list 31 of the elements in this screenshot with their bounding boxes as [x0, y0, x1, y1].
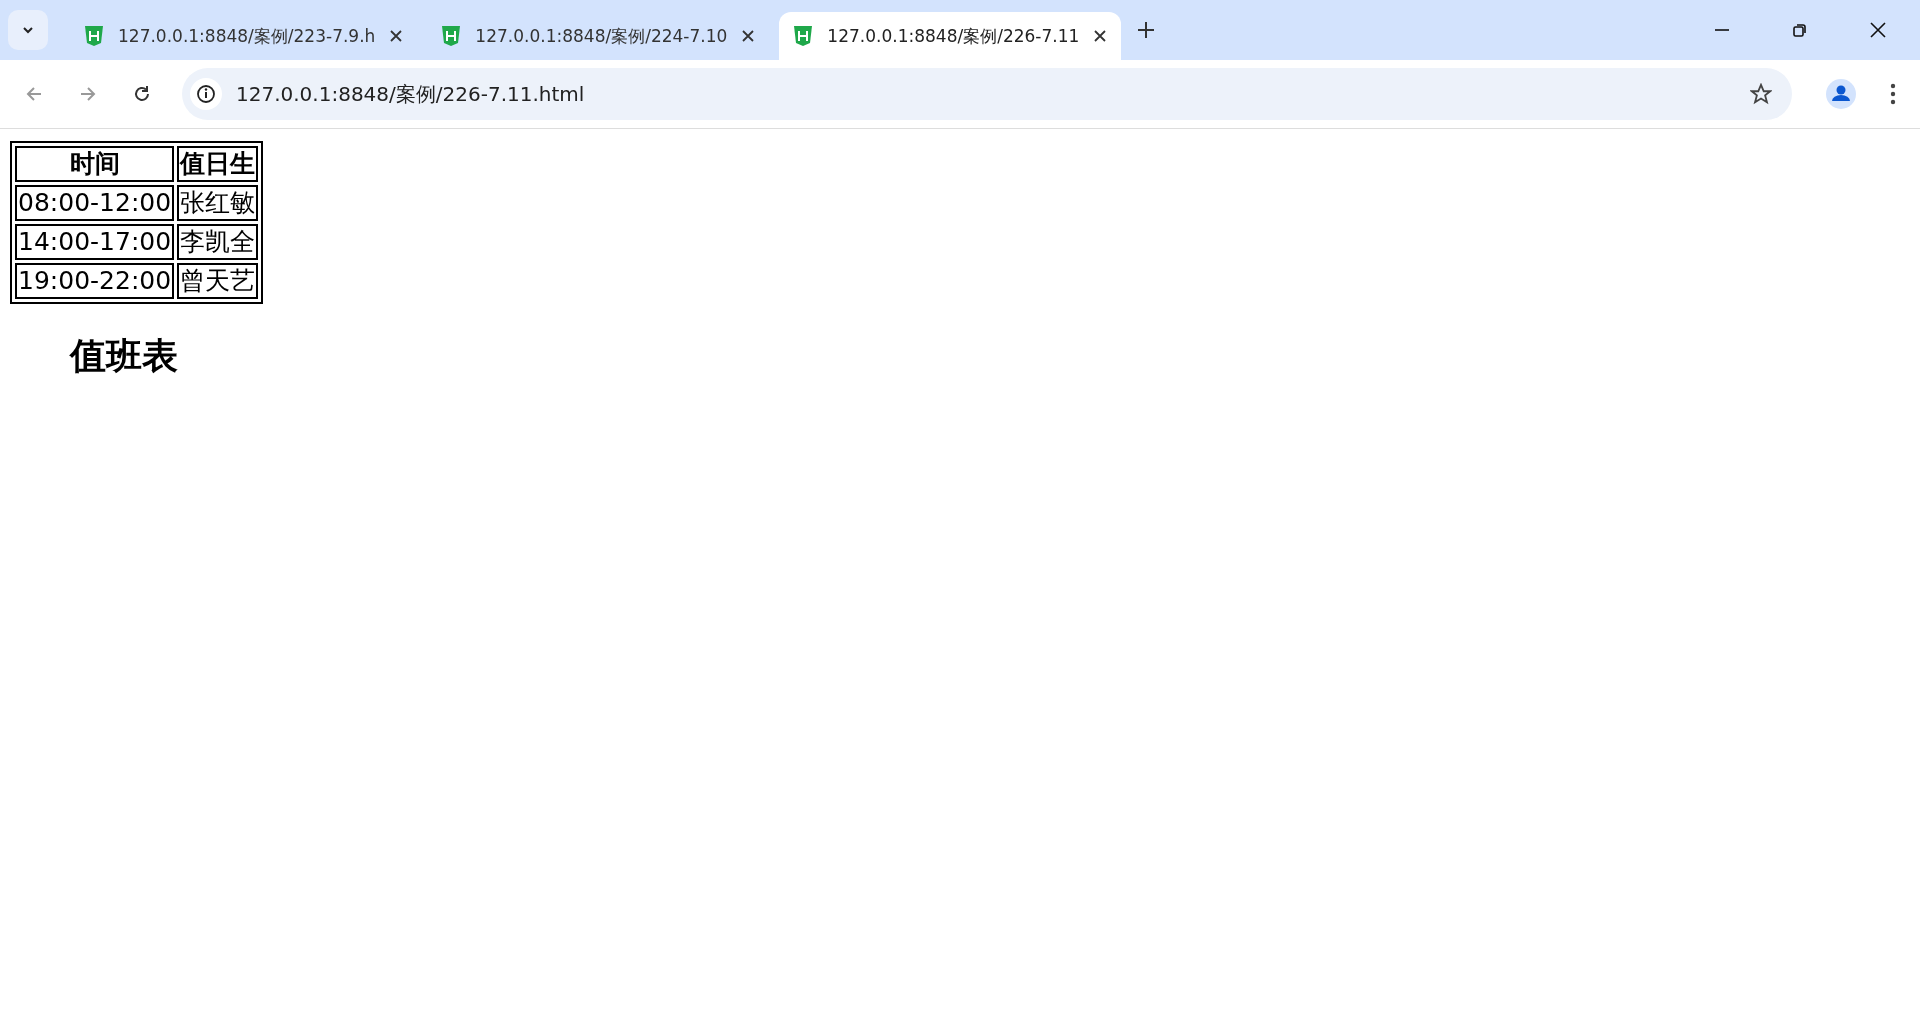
menu-icon[interactable] [1890, 83, 1896, 105]
new-tab-icon[interactable] [1137, 21, 1156, 39]
close-icon[interactable] [741, 29, 756, 43]
shield-icon [84, 25, 104, 47]
star-icon[interactable] [1750, 83, 1772, 105]
table-cell: 李凯全 [177, 224, 259, 260]
table-cell: 14:00-17:00 [15, 224, 175, 260]
address-bar[interactable]: 127.0.0.1:8848/案例/226-7.11.html [182, 68, 1792, 120]
table-cell: 张红敏 [177, 185, 259, 221]
browser-tab[interactable]: 127.0.0.1:8848/案例/224-7.10 [427, 12, 770, 60]
tab-title: 127.0.0.1:8848/案例/224-7.10 [475, 24, 728, 48]
restore-icon[interactable] [1792, 22, 1808, 38]
tab-title: 127.0.0.1:8848/案例/223-7.9.h [118, 24, 376, 48]
browser-tab[interactable]: 127.0.0.1:8848/案例/226-7.11 [779, 12, 1122, 60]
close-icon[interactable] [1093, 29, 1108, 43]
info-icon[interactable] [190, 78, 222, 110]
close-icon[interactable] [389, 29, 404, 43]
close-icon[interactable] [1870, 22, 1886, 38]
table-cell: 曾天艺 [177, 263, 259, 299]
table-cell: 19:00-22:00 [15, 263, 175, 299]
column-header: 值日生 [177, 146, 259, 182]
tab-title: 127.0.0.1:8848/案例/226-7.11 [827, 24, 1080, 48]
table-cell: 08:00-12:00 [15, 185, 175, 221]
column-header: 时间 [15, 146, 175, 182]
shield-icon [793, 25, 814, 47]
reload-icon[interactable] [132, 84, 152, 104]
browser-tab[interactable]: 127.0.0.1:8848/案例/223-7.9.h [70, 12, 418, 60]
profile-icon[interactable] [1826, 79, 1856, 109]
url-text: 127.0.0.1:8848/案例/226-7.11.html [236, 80, 586, 108]
page-heading: 值班表 [70, 334, 179, 378]
shield-icon [441, 25, 462, 47]
